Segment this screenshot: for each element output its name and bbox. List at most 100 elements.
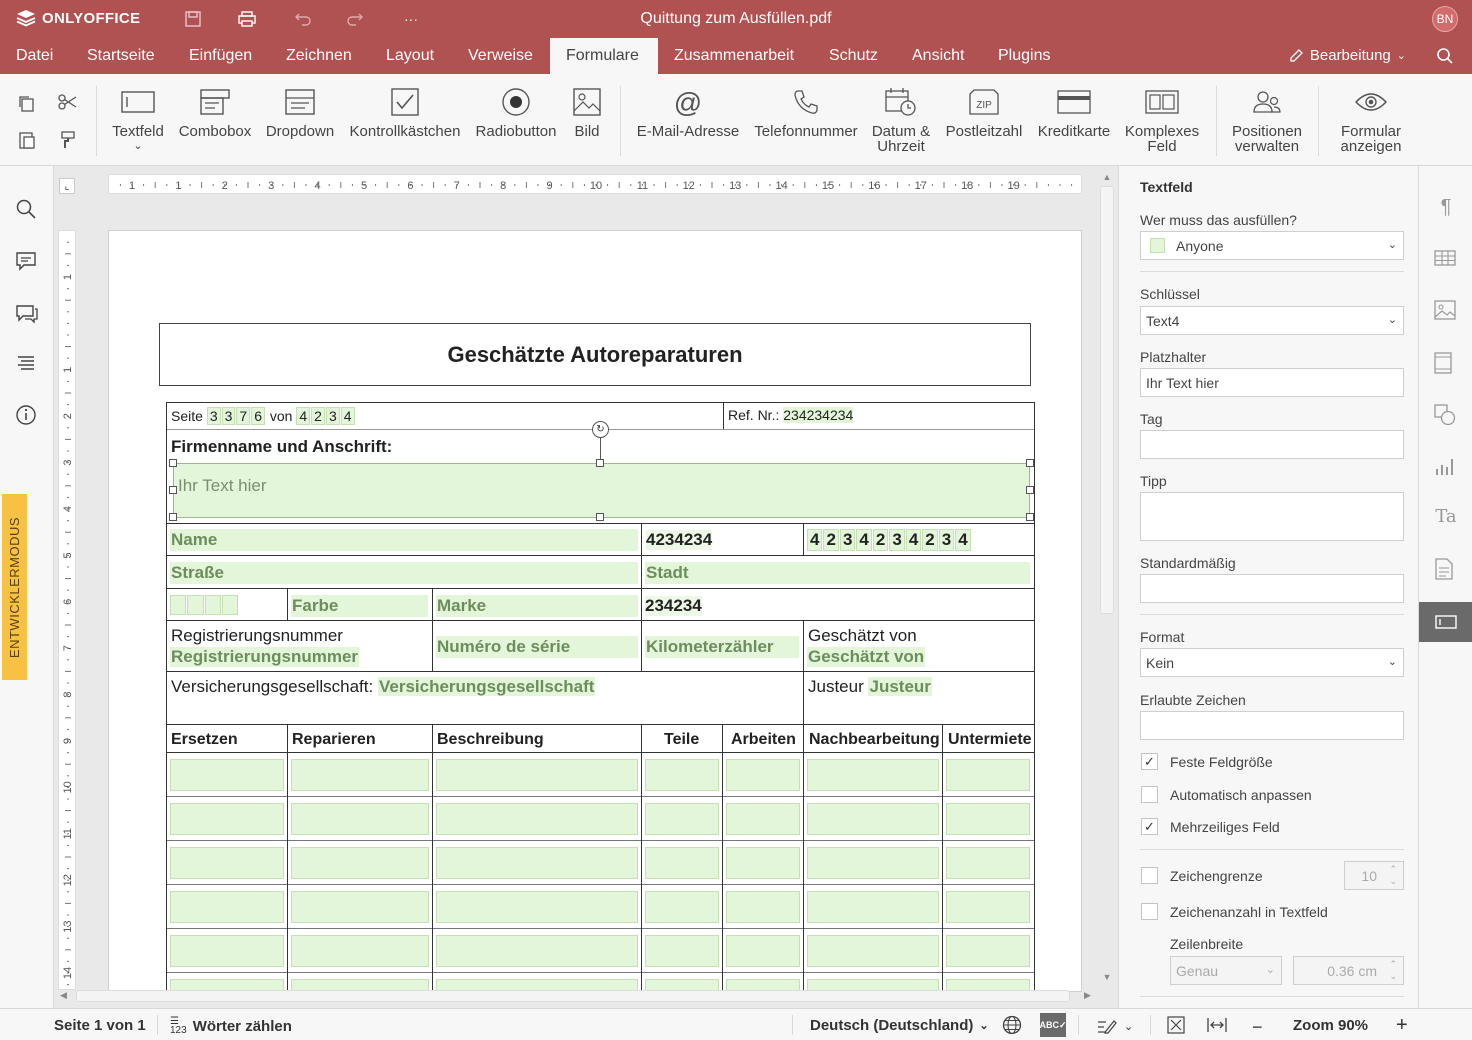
item-cell-field[interactable] <box>436 935 638 967</box>
item-cell-field[interactable] <box>291 935 429 967</box>
menu-datei[interactable]: Datei <box>0 38 69 74</box>
resize-handle[interactable] <box>1026 459 1034 467</box>
who-fills-select[interactable]: Anyone ⌄ <box>1140 231 1404 260</box>
digit-cell[interactable]: 4 <box>807 529 823 551</box>
item-cell-field[interactable] <box>946 935 1030 967</box>
item-cell-field[interactable] <box>946 891 1030 923</box>
digit-cell[interactable]: 2 <box>922 529 938 551</box>
item-cell-field[interactable] <box>291 891 429 923</box>
resize-handle[interactable] <box>596 513 604 521</box>
item-cell-field[interactable] <box>170 891 284 923</box>
charlimit-checkbox[interactable] <box>1141 867 1158 884</box>
item-cell-field[interactable] <box>807 891 939 923</box>
item-cell-field[interactable] <box>170 847 284 879</box>
item-cell-field[interactable] <box>946 847 1030 879</box>
word-count-button[interactable]: ☰ 123 Wörter zählen <box>170 1017 292 1036</box>
vertical-scroll-thumb[interactable] <box>1100 186 1114 614</box>
charlimit-spinner[interactable]: 10 ⌃ ⌄ <box>1344 861 1404 890</box>
textfield-button[interactable]: Textfeld ⌄ <box>110 84 166 154</box>
spinner-arrows-icon[interactable]: ⌃ ⌄ <box>1389 863 1397 887</box>
phone-button[interactable]: Telefonnummer <box>752 84 860 139</box>
name-number-field[interactable]: 4234234 <box>646 530 713 550</box>
resize-handle[interactable] <box>596 459 604 467</box>
adjuster-field[interactable]: Justeur <box>868 677 932 696</box>
radiobutton-button[interactable]: Radiobutton <box>474 84 558 139</box>
item-cell-field[interactable] <box>726 759 800 791</box>
info-icon[interactable] <box>15 404 39 428</box>
digit-cell[interactable]: 3 <box>839 529 856 551</box>
item-cell-field[interactable] <box>436 847 638 879</box>
company-address-field[interactable]: Ihr Text hier <box>173 463 1030 518</box>
item-cell-field[interactable] <box>726 803 800 835</box>
chart-icon[interactable] <box>1434 456 1458 480</box>
text-art-icon[interactable]: Ta <box>1434 506 1458 530</box>
zip-button[interactable]: ZIP Postleitzahl <box>944 84 1024 139</box>
color-field[interactable]: Farbe <box>291 595 428 617</box>
of-digit[interactable]: 4 <box>340 407 355 425</box>
item-cell-field[interactable] <box>645 847 719 879</box>
page-digit[interactable]: 6 <box>251 407 265 425</box>
fit-width-icon[interactable] <box>1206 1015 1228 1035</box>
digit-cell[interactable] <box>170 595 187 615</box>
item-cell-field[interactable] <box>170 759 284 791</box>
street-field[interactable]: Straße <box>170 562 638 584</box>
paragraph-icon[interactable]: ¶ <box>1434 196 1458 220</box>
name-field[interactable]: Name <box>170 529 638 551</box>
item-cell-field[interactable] <box>170 935 284 967</box>
tab-stop-button[interactable]: ⌞ <box>59 178 75 194</box>
manage-roles-button[interactable]: Positionen verwalten <box>1226 84 1308 154</box>
digit-cell[interactable]: 3 <box>889 529 905 551</box>
tip-textarea[interactable] <box>1140 492 1404 541</box>
dropdown-button[interactable]: Dropdown <box>264 84 336 139</box>
form-settings-tab[interactable] <box>1419 602 1472 642</box>
estimated-by-field[interactable]: Geschätzt von <box>807 647 926 667</box>
shape-icon[interactable] <box>1434 404 1458 428</box>
combobox-button[interactable]: Combobox <box>177 84 253 139</box>
vertical-ruler[interactable]: 1 1 2 3 4 5 6 7 8 9 10 11 12 13 14 <box>58 230 76 990</box>
item-cell-field[interactable] <box>645 759 719 791</box>
menu-einfuegen[interactable]: Einfügen <box>173 38 268 74</box>
format-painter-icon[interactable] <box>56 128 80 152</box>
color-digits-field[interactable] <box>170 595 238 615</box>
spellcheck-icon[interactable]: ABC✓ <box>1039 1013 1067 1037</box>
user-avatar[interactable]: BN <box>1432 6 1458 32</box>
cell-width-mode-select[interactable]: Genau ⌄ <box>1170 956 1282 985</box>
item-cell-field[interactable] <box>436 759 638 791</box>
search-icon[interactable] <box>15 198 39 222</box>
allowed-chars-input[interactable] <box>1140 711 1404 740</box>
horizontal-ruler[interactable]: 1 1 2 3 4 5 6 7 8 9 10 11 12 13 14 15 16 17 18 19 <box>108 174 1082 194</box>
menu-layout[interactable]: Layout <box>370 38 450 74</box>
item-cell-field[interactable] <box>291 847 429 879</box>
mileage-field[interactable]: Kilometerzähler <box>645 636 799 658</box>
resize-handle[interactable] <box>169 513 177 521</box>
spinner-arrows-icon[interactable]: ⌃ ⌄ <box>1389 958 1397 982</box>
item-cell-field[interactable] <box>946 759 1030 791</box>
digit-cell[interactable]: 4 <box>955 529 971 551</box>
insurance-field[interactable]: Versicherungsgesellschaft <box>377 677 596 696</box>
horizontal-scroll-thumb[interactable] <box>76 990 1070 1002</box>
creditcard-button[interactable]: Kreditkarte <box>1036 84 1112 139</box>
item-cell-field[interactable] <box>807 935 939 967</box>
edit-mode-button[interactable]: Bearbeitung ⌄ <box>1288 47 1406 64</box>
scroll-up-icon[interactable]: ▲ <box>1100 172 1114 184</box>
registration-field[interactable]: Registrierungsnummer <box>170 647 360 667</box>
item-cell-field[interactable] <box>726 847 800 879</box>
fit-page-icon[interactable] <box>1166 1015 1186 1035</box>
resize-handle[interactable] <box>169 459 177 467</box>
zoom-level[interactable]: Zoom 90% <box>1293 1017 1368 1034</box>
menu-ansicht[interactable]: Ansicht <box>896 38 980 74</box>
format-select[interactable]: Kein ⌄ <box>1140 648 1404 677</box>
autofit-checkbox[interactable] <box>1141 786 1158 803</box>
zoom-in-icon[interactable]: + <box>1396 1014 1408 1037</box>
digit-cell[interactable]: 4 <box>856 529 872 551</box>
page-digit[interactable]: 7 <box>236 407 251 425</box>
item-cell-field[interactable] <box>807 803 939 835</box>
table-icon[interactable] <box>1434 249 1458 273</box>
item-cell-field[interactable] <box>645 935 719 967</box>
complex-field-button[interactable]: Komplexes Feld <box>1122 84 1202 154</box>
page-indicator[interactable]: Seite 1 von 1 <box>54 1017 146 1034</box>
mail-merge-icon[interactable] <box>1434 558 1458 582</box>
resize-handle[interactable] <box>1026 513 1034 521</box>
menu-plugins[interactable]: Plugins <box>982 38 1066 74</box>
item-cell-field[interactable] <box>807 759 939 791</box>
